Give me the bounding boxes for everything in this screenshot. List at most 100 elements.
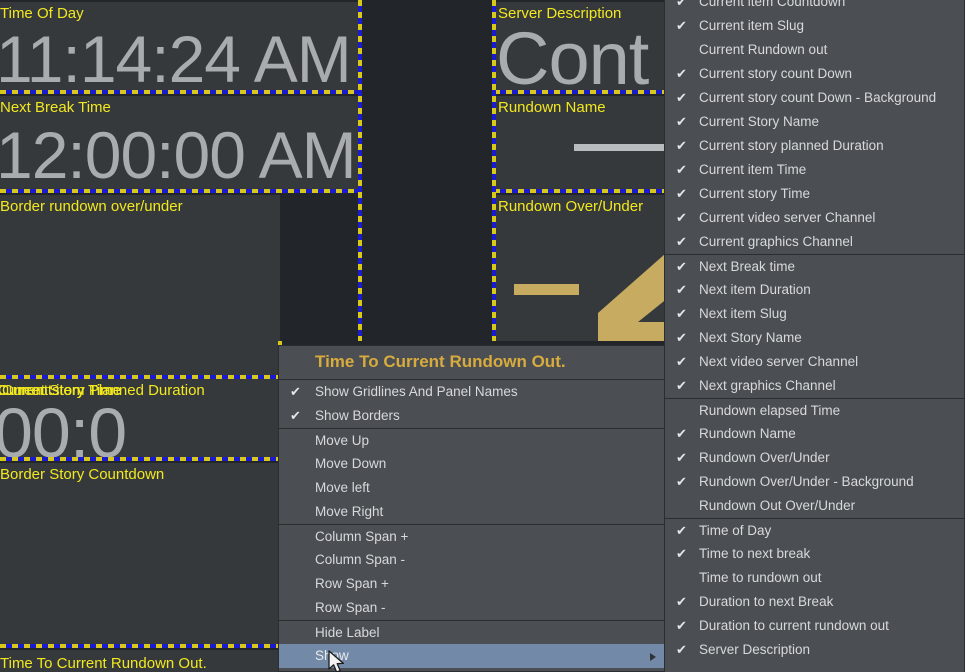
show-submenu-item[interactable]: ✔Time of Day <box>665 518 964 542</box>
show-submenu-item-label: Duration to next Break <box>699 594 833 609</box>
check-icon: ✔ <box>676 182 690 206</box>
show-submenu-item[interactable]: ✔ Next item Duration <box>665 278 964 302</box>
show-submenu-item[interactable]: Rundown elapsed Time <box>665 398 964 422</box>
panel-label: Time To Current Rundown Out. <box>0 654 207 672</box>
panel-label: Border Story Countdown <box>0 465 164 484</box>
show-submenu-item-label: Next Story Name <box>699 330 802 345</box>
show-submenu-item[interactable]: ✔Current story count Down <box>665 62 964 86</box>
check-icon: ✔ <box>676 638 690 662</box>
show-submenu-item-label: Time to rundown out <box>699 570 822 585</box>
show-submenu-item[interactable]: ✔Current item Time <box>665 158 964 182</box>
show-submenu-item[interactable]: ✔Duration to current rundown out <box>665 614 964 638</box>
context-menu-item-label: Show <box>315 648 349 663</box>
show-submenu-item-label: Current item Time <box>699 162 806 177</box>
check-icon: ✔ <box>676 614 690 638</box>
show-submenu-item[interactable]: ✔Next item Slug <box>665 302 964 326</box>
context-menu-item[interactable]: Row Span - <box>279 596 664 620</box>
gridline-vertical <box>358 0 362 341</box>
show-submenu-item[interactable]: ✔Rundown Name <box>665 422 964 446</box>
show-submenu-item[interactable]: ✔Next graphics Channel <box>665 374 964 398</box>
context-menu-items: ✔ Show Gridlines And Panel Names ✔Show Bor… <box>279 380 664 668</box>
panel-rundown-name[interactable]: Rundown Name <box>494 96 666 189</box>
panel-label: Rundown Name <box>498 98 606 117</box>
context-menu-item[interactable]: Row Span + <box>279 572 664 596</box>
show-submenu-items: ✔Current item Countdown✔Current item Slu… <box>665 0 964 662</box>
context-menu-item-label: Column Span + <box>315 529 408 544</box>
show-submenu-item[interactable]: ✔Current story count Down - Background <box>665 86 964 110</box>
context-menu-item[interactable]: Column Span + <box>279 524 664 548</box>
show-submenu-item-label: Next video server Channel <box>699 354 858 369</box>
panel-rundown-over-under[interactable]: Rundown Over/Under <box>494 195 666 341</box>
panel-border-rundown-over-under[interactable]: Border rundown over/under <box>0 195 280 375</box>
show-submenu-item-label: Rundown Out Over/Under <box>699 498 855 513</box>
show-submenu-item[interactable]: ✔Current item Countdown <box>665 0 964 14</box>
show-submenu-item-label: Current graphics Channel <box>699 234 853 249</box>
check-icon: ✔ <box>676 302 690 326</box>
show-submenu[interactable]: ✔Current item Countdown✔Current item Slu… <box>664 0 965 672</box>
gridline-horizontal <box>494 189 665 193</box>
check-icon: ✔ <box>676 446 690 470</box>
panel-label: Time Of Day <box>0 4 84 23</box>
show-submenu-item[interactable]: ✔Duration to next Break <box>665 590 964 614</box>
check-icon: ✔ <box>290 380 304 404</box>
over-under-minus-glyph <box>514 284 579 295</box>
check-icon: ✔ <box>676 206 690 230</box>
context-menu-item[interactable]: ✔Show Borders <box>279 404 664 428</box>
context-menu[interactable]: Time To Current Rundown Out. ✔Show Gridl… <box>278 345 665 672</box>
context-menu-item-label: Show Gridlines And Panel Names <box>315 384 518 399</box>
show-submenu-item[interactable]: ✔ Server Description <box>665 638 964 662</box>
show-submenu-item[interactable]: ✔ Current video server Channel <box>665 206 964 230</box>
panel-server-description[interactable]: Server Description Cont <box>494 2 666 90</box>
context-menu-item[interactable]: Hide Label <box>279 620 664 644</box>
show-submenu-item[interactable]: Time to rundown out <box>665 566 964 590</box>
gridline-horizontal <box>0 644 280 648</box>
check-icon: ✔ <box>676 278 690 302</box>
show-submenu-item-label: Server Description <box>699 642 810 657</box>
context-menu-item[interactable]: Column Span - <box>279 548 664 572</box>
panel-time-to-current-rundown-out[interactable]: Time To Current Rundown Out. <box>0 650 280 672</box>
gridline-vertical <box>492 0 496 341</box>
show-submenu-item[interactable]: ✔Current item Slug <box>665 14 964 38</box>
show-submenu-item[interactable]: Current Rundown out <box>665 38 964 62</box>
show-submenu-item[interactable]: Rundown Out Over/Under <box>665 494 964 518</box>
show-submenu-item-label: Rundown Over/Under <box>699 450 830 465</box>
show-submenu-item-label: Next item Duration <box>699 282 811 297</box>
check-icon: ✔ <box>676 230 690 254</box>
show-submenu-item[interactable]: ✔Current Story Name <box>665 110 964 134</box>
show-submenu-item[interactable]: ✔Time to next break <box>665 542 964 566</box>
check-icon: ✔ <box>676 14 690 38</box>
panel-border-story-countdown[interactable]: Border Story Countdown <box>0 463 280 644</box>
panel-current-story-time[interactable]: Current Story Time Current item Time Cur… <box>0 379 280 457</box>
show-submenu-item[interactable]: ✔Current story planned Duration <box>665 134 964 158</box>
show-submenu-item[interactable]: ✔ Rundown Over/Under <box>665 446 964 470</box>
show-submenu-item[interactable]: ✔ Next video server Channel <box>665 350 964 374</box>
gridline-horizontal <box>0 457 280 461</box>
context-menu-item[interactable]: ✔ Show Gridlines And Panel Names <box>279 380 664 404</box>
gridline-horizontal <box>494 90 665 94</box>
show-submenu-item-label: Rundown elapsed Time <box>699 403 840 418</box>
check-icon: ✔ <box>676 350 690 374</box>
context-menu-item[interactable]: Move Right <box>279 500 664 524</box>
context-menu-item[interactable]: Move left <box>279 476 664 500</box>
gridline-horizontal <box>0 189 360 193</box>
context-menu-item[interactable]: Move Up <box>279 428 664 452</box>
context-menu-item-label: Move Up <box>315 433 369 448</box>
show-submenu-item-label: Current video server Channel <box>699 210 875 225</box>
check-icon: ✔ <box>290 404 304 428</box>
show-submenu-item[interactable]: ✔Current story Time <box>665 182 964 206</box>
check-icon: ✔ <box>676 326 690 350</box>
show-submenu-item-label: Time to next break <box>699 546 810 561</box>
context-menu-item[interactable]: Move Down <box>279 452 664 476</box>
show-submenu-item[interactable]: ✔ Current graphics Channel <box>665 230 964 254</box>
check-icon: ✔ <box>676 62 690 86</box>
panel-value: 00:0 <box>0 398 126 457</box>
show-submenu-item[interactable]: ✔Next Break time <box>665 254 964 278</box>
show-submenu-item[interactable]: ✔Rundown Over/Under - Background <box>665 470 964 494</box>
show-submenu-item[interactable]: ✔ Next Story Name <box>665 326 964 350</box>
context-menu-item[interactable]: Show <box>279 644 664 668</box>
check-icon: ✔ <box>676 519 690 543</box>
panel-next-break-time[interactable]: Next Break Time 12:00:00 AM <box>0 96 360 189</box>
panel-time-of-day[interactable]: Time Of Day 11:14:24 AM <box>0 2 360 90</box>
show-submenu-item-label: Current story count Down - Background <box>699 90 936 105</box>
check-icon: ✔ <box>676 255 690 279</box>
